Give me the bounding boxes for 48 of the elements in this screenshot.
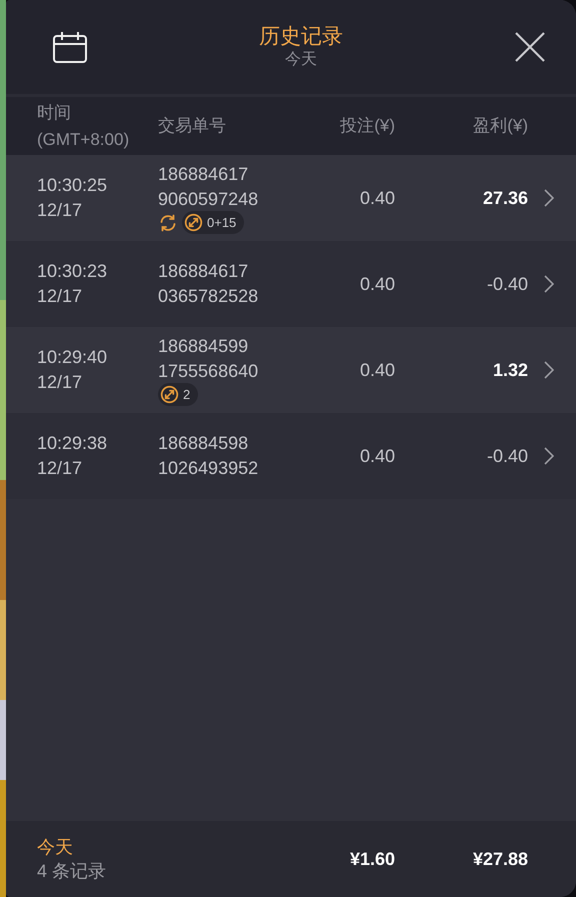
date-text: 12/17	[37, 457, 84, 480]
time-text: 10:30:25	[37, 174, 108, 197]
record-count: 4 条记录	[37, 860, 108, 883]
title: 历史记录	[259, 24, 343, 50]
column-title: 盈利(¥)	[472, 115, 528, 138]
column-title: 时间	[37, 102, 72, 124]
profit-amount: 1.32	[492, 358, 528, 382]
profit-amount: 27.36	[482, 186, 528, 210]
calendar-icon[interactable]	[52, 30, 88, 64]
subtitle: 今天	[285, 50, 317, 70]
arrows-circle-icon	[184, 213, 203, 232]
chevron-icon	[544, 447, 554, 465]
stake-amount: 0.40	[358, 186, 395, 210]
stake-amount: 0.40	[358, 272, 395, 296]
order-number: 1755568640	[158, 360, 260, 383]
order-number: 0365782528	[158, 285, 260, 308]
order-number: 1026493952	[158, 457, 260, 480]
date-text: 12/17	[37, 285, 84, 308]
refresh-icon	[158, 212, 178, 232]
profit-amount: -0.40	[486, 444, 528, 468]
time-text: 10:29:40	[37, 346, 108, 369]
chevron-icon	[544, 361, 554, 379]
column-subtitle: (GMT+8:00)	[37, 129, 130, 151]
profit-amount: -0.40	[486, 272, 528, 296]
profit-total: ¥27.88	[472, 848, 528, 870]
record-row[interactable]: 10:29:40 12/17 186884599 1755568640 2 0.40 1.32	[6, 327, 576, 413]
order-number: 186884617	[158, 163, 250, 186]
order-number: 186884599	[158, 335, 250, 358]
order-number: 9060597248	[158, 188, 260, 211]
arrows-circle-icon	[160, 385, 179, 404]
time-text: 10:30:23	[37, 260, 108, 283]
time-text: 10:29:38	[37, 432, 108, 455]
chevron-icon	[544, 275, 554, 293]
date-text: 12/17	[37, 199, 84, 222]
record-row[interactable]: 10:30:25 12/17 186884617 9060597248 0+15 0.40 27.36	[6, 155, 576, 241]
column-title: 投注(¥)	[339, 115, 395, 138]
chevron-icon	[544, 189, 554, 207]
column-title: 交易单号	[158, 115, 227, 138]
close-icon[interactable]	[514, 31, 546, 63]
period-label: 今天	[37, 836, 74, 859]
order-number: 186884598	[158, 432, 250, 455]
date-text: 12/17	[37, 371, 84, 394]
stake-total: ¥1.60	[348, 848, 395, 870]
bonus-badge: 2	[158, 383, 198, 406]
stake-amount: 0.40	[358, 444, 395, 468]
order-number: 186884617	[158, 260, 250, 283]
bonus-badge: 0+15	[182, 211, 244, 234]
stake-amount: 0.40	[358, 358, 395, 382]
